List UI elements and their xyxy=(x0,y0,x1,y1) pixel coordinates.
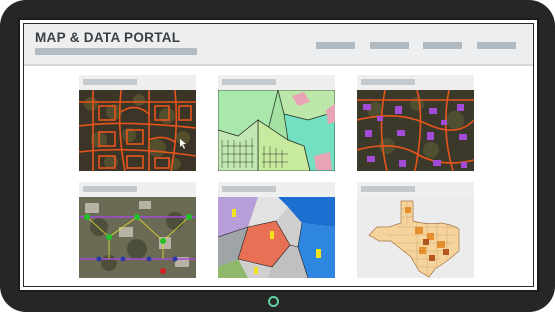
card-title-placeholder xyxy=(83,79,137,85)
map-card-zoning[interactable] xyxy=(218,75,335,171)
map-thumbnail[interactable] xyxy=(79,197,196,278)
map-card-texas[interactable] xyxy=(357,182,474,278)
nav-item-4[interactable] xyxy=(477,42,516,49)
map-card-geology[interactable] xyxy=(218,182,335,278)
screen: MAP & DATA PORTAL xyxy=(18,18,539,292)
map-card-utilities[interactable] xyxy=(79,182,196,278)
card-title-placeholder xyxy=(361,186,415,192)
nav-item-3[interactable] xyxy=(423,42,462,49)
card-title-placeholder xyxy=(222,79,276,85)
card-title-placeholder xyxy=(361,79,415,85)
map-thumbnail[interactable] xyxy=(218,90,335,171)
header: MAP & DATA PORTAL xyxy=(24,24,533,66)
subtitle-placeholder xyxy=(35,48,197,55)
map-thumbnail[interactable] xyxy=(218,197,335,278)
home-button[interactable] xyxy=(268,296,279,307)
map-thumbnail[interactable] xyxy=(357,197,474,278)
nav-item-1[interactable] xyxy=(316,42,355,49)
map-card-buildings[interactable] xyxy=(357,75,474,171)
nav-item-2[interactable] xyxy=(370,42,409,49)
map-thumbnail[interactable] xyxy=(79,90,196,171)
card-title-placeholder xyxy=(83,186,137,192)
page-title: MAP & DATA PORTAL xyxy=(35,30,181,45)
device-frame: MAP & DATA PORTAL xyxy=(0,0,555,312)
map-thumbnail[interactable] xyxy=(357,90,474,171)
screen-inner: MAP & DATA PORTAL xyxy=(23,23,534,287)
card-title-placeholder xyxy=(222,186,276,192)
map-card-parcels[interactable] xyxy=(79,75,196,171)
